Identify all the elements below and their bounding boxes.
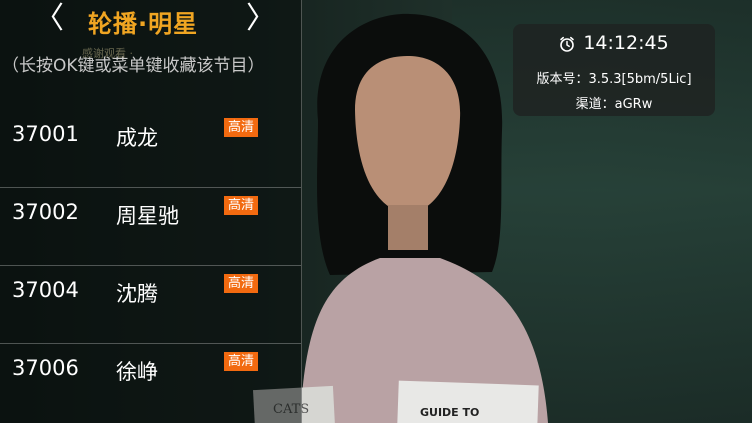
channel-panel: 〈 轮播·明星 〉 感谢观看 · （长按OK键或菜单键收藏该节目） 37001 … [0, 0, 302, 423]
clock: 14:12:45 [513, 32, 715, 54]
channel-list: 37001 成龙 高清 37002 周星驰 高清 37004 沈腾 高清 370… [0, 110, 301, 421]
distribution-channel-label: 渠道： [575, 97, 615, 112]
distribution-channel-value: aGRw [614, 97, 653, 112]
version-value: 3.5.3[5bm/5Lic] [588, 72, 692, 87]
channel-name: 徐峥 [116, 360, 158, 384]
channel-number: 37006 [12, 356, 79, 380]
favorite-hint: （长按OK键或菜单键收藏该节目） [2, 56, 265, 76]
figure-neck [388, 205, 428, 250]
prev-category-button[interactable]: 〈 [34, 2, 64, 36]
channel-name: 沈腾 [116, 282, 158, 306]
version-line: 版本号：3.5.3[5bm/5Lic] [513, 68, 715, 87]
info-box: 14:12:45 版本号：3.5.3[5bm/5Lic] 渠道：aGRw [513, 24, 715, 116]
version-label: 版本号： [536, 72, 589, 87]
category-title: 轮播·明星 [88, 10, 199, 38]
hd-badge: 高清 [224, 196, 259, 215]
channel-name: 周星驰 [116, 204, 179, 228]
channel-number: 37002 [12, 200, 79, 224]
hd-badge: 高清 [224, 118, 259, 137]
clock-time: 14:12:45 [583, 32, 669, 54]
book-right-text: GUIDE TO [420, 406, 479, 419]
next-category-button[interactable]: 〉 [246, 2, 276, 36]
hd-badge: 高清 [224, 274, 259, 293]
channel-row[interactable]: 37006 徐峥 高清 [0, 344, 301, 421]
channel-number: 37001 [12, 122, 79, 146]
distribution-channel-line: 渠道：aGRw [513, 93, 715, 112]
alarm-clock-icon [560, 36, 575, 52]
channel-row[interactable]: 37002 周星驰 高清 [0, 188, 301, 266]
channel-row[interactable]: 37004 沈腾 高清 [0, 266, 301, 344]
hd-badge: 高清 [224, 352, 259, 371]
channel-number: 37004 [12, 278, 79, 302]
category-header: 〈 轮播·明星 〉 [0, 0, 301, 40]
channel-name: 成龙 [116, 126, 158, 150]
channel-row[interactable]: 37001 成龙 高清 [0, 110, 301, 188]
